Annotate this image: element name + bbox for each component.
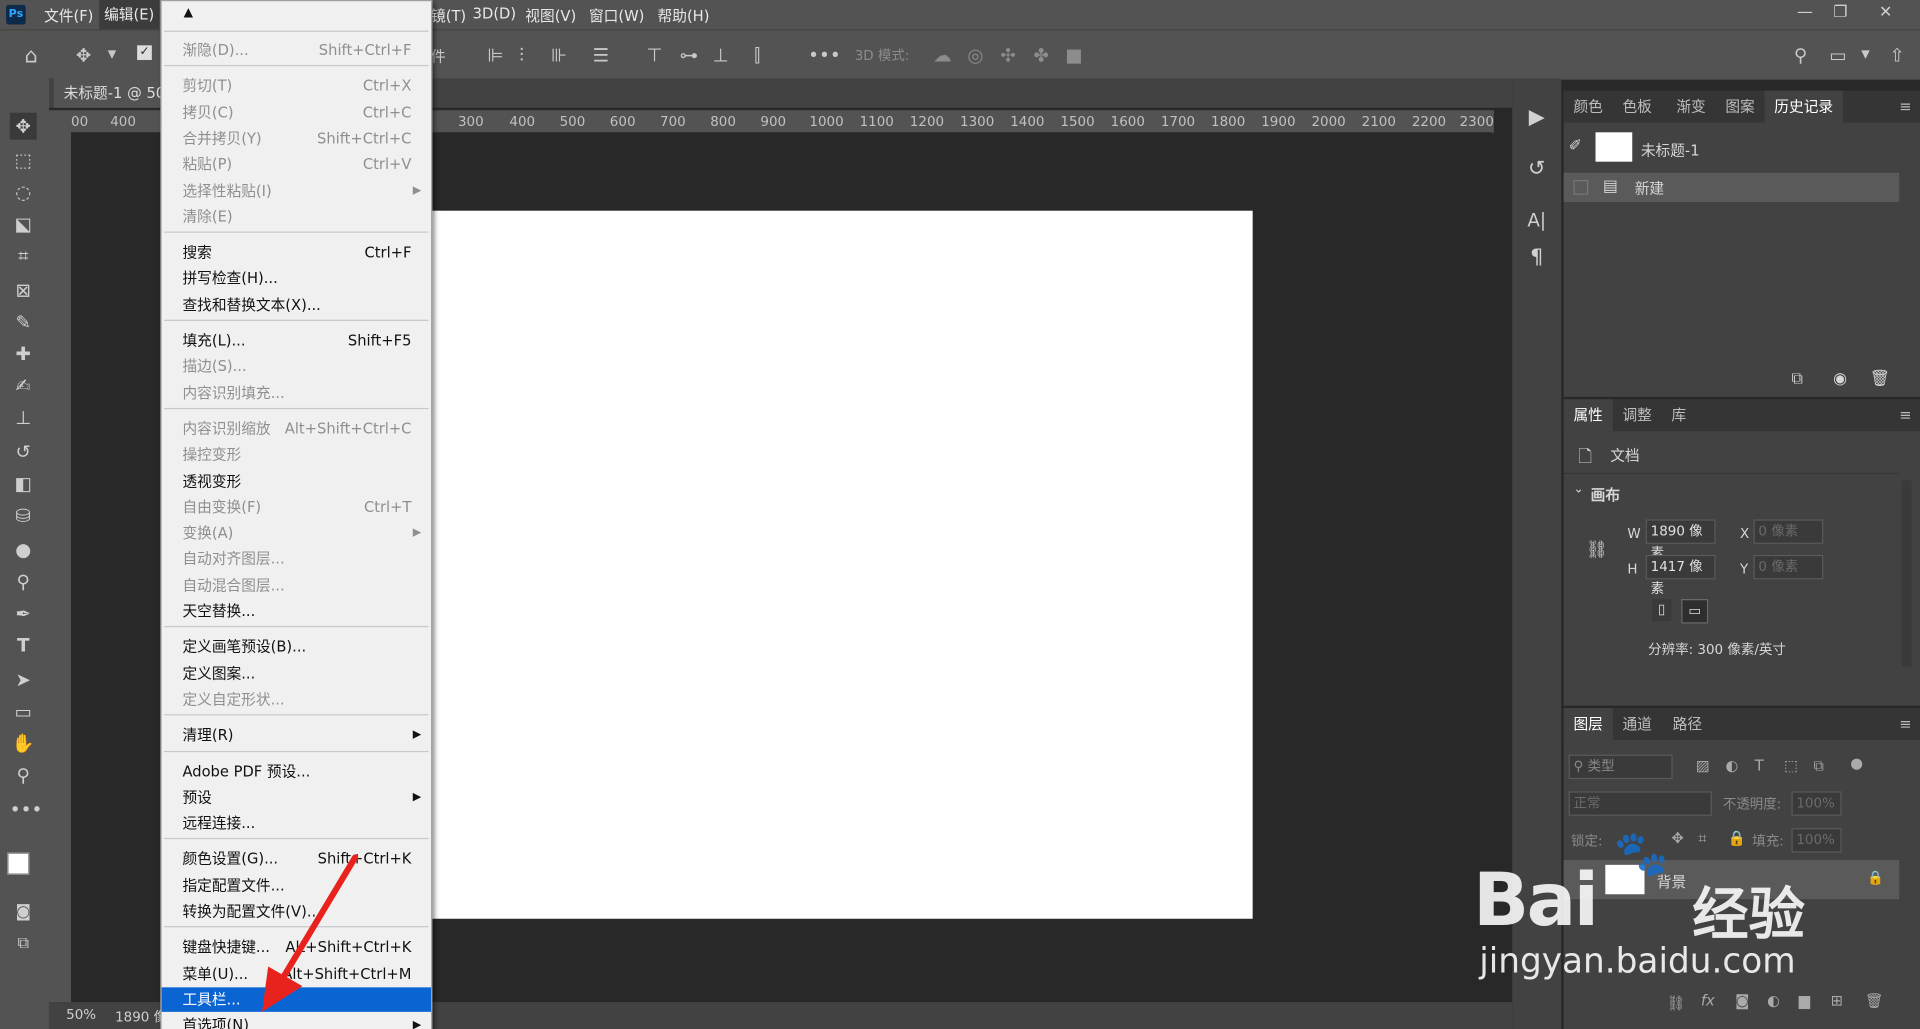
arrow-shaft: [278, 854, 359, 984]
paw-logo-icon: 🐾: [1613, 829, 1669, 880]
watermark-brand-cn: 经验: [1692, 880, 1805, 947]
app-window: Ps 文件(F) 编辑(E) 镜(T) 3D(D) 视图(V) 窗口(W) 帮助…: [0, 0, 1920, 1029]
watermark-url: jingyan.baidu.com: [1479, 940, 1796, 982]
watermark-brand: Bai: [1473, 857, 1599, 944]
